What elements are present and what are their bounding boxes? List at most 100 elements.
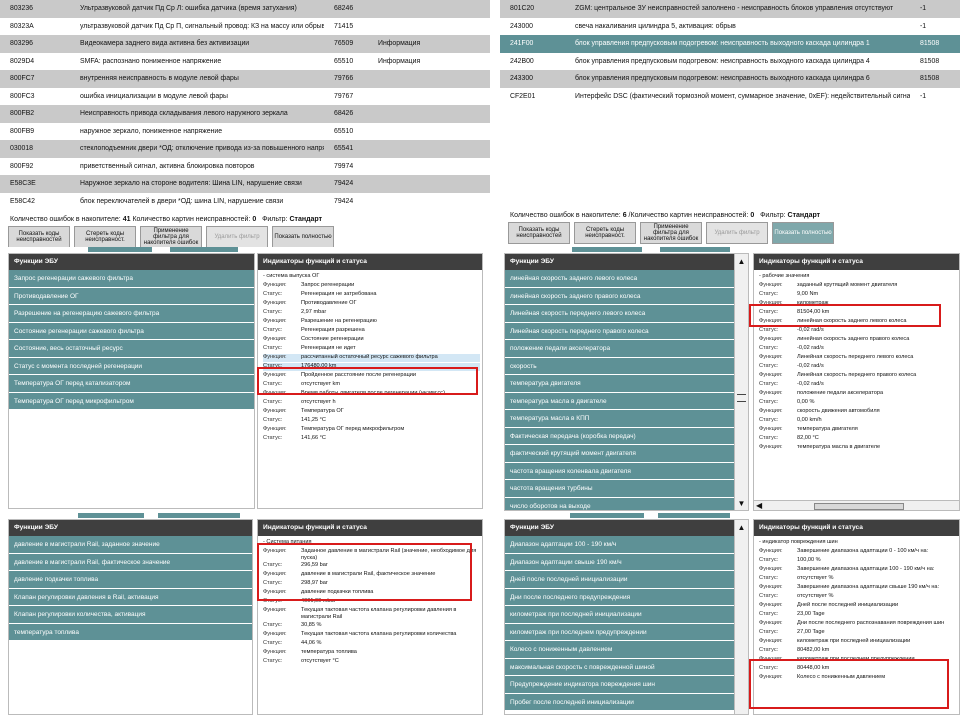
function-list-item[interactable]: линейная скорость заднего правого колеса xyxy=(505,287,748,305)
remove-filter-button[interactable]: Удалить фильтр xyxy=(206,226,268,248)
table-row[interactable]: 803236 Ультразвуковой датчик Пд Ср Л: оши… xyxy=(0,0,490,18)
function-list-item[interactable]: Клапан регулировки давления в Rail, акти… xyxy=(9,588,252,606)
function-list-item[interactable]: Пробег после последней инициализации xyxy=(505,693,748,711)
vertical-scrollbar[interactable]: ▲ ▼ xyxy=(734,254,748,510)
status-key: Статус: xyxy=(759,417,779,423)
table-row[interactable]: 800F92 приветственный сигнал, активна бло… xyxy=(0,157,490,175)
fault-counter: 81508 xyxy=(910,52,950,70)
table-row[interactable]: 243300 блок управления предпусковым подог… xyxy=(500,70,960,88)
function-list-item[interactable]: число оборотов на выходе xyxy=(505,497,748,510)
table-row[interactable]: 800FB2 Неисправность привода складывания … xyxy=(0,105,490,123)
function-list-item[interactable]: Состояние регенерации сажевого фильтра xyxy=(9,322,254,340)
function-list-item[interactable]: давление подкачки топлива xyxy=(9,571,252,589)
function-list-item[interactable]: Колесо с пониженным давлением xyxy=(505,641,748,659)
scroll-down-icon[interactable]: ▼ xyxy=(736,498,747,509)
status-line: Статус: отсутствует h xyxy=(263,399,480,407)
function-list-item[interactable]: температура масла в КПП xyxy=(505,410,748,428)
fault-code: 800FC7 xyxy=(0,70,70,88)
show-fault-codes-button[interactable]: Показать коды неисправностей xyxy=(8,226,70,248)
fault-type xyxy=(368,175,490,193)
fault-type xyxy=(368,87,490,105)
show-fault-codes-button[interactable]: Показать коды неисправностей xyxy=(508,222,570,244)
function-list-item[interactable]: давление в магистрали Rail, фактическое … xyxy=(9,553,252,571)
function-list-item[interactable]: Клапан регулировки количества, активация xyxy=(9,606,252,624)
scroll-thumb[interactable] xyxy=(814,503,904,510)
function-list-item[interactable]: Температура ОГ перед катализатором xyxy=(9,375,254,393)
apply-filter-button[interactable]: Применение фильтра для накопителя ошибок xyxy=(640,222,702,244)
table-row[interactable]: 242B00 блок управления предпусковым подог… xyxy=(500,52,960,70)
function-list-item[interactable]: положение педали акселератора xyxy=(505,340,748,358)
clear-fault-codes-button[interactable]: Стереть коды неисправност. xyxy=(574,222,636,244)
function-list-item[interactable]: температура двигателя xyxy=(505,375,748,393)
fault-counter: 81508 xyxy=(910,70,950,88)
status-line: Статус: 27,00 Tage xyxy=(759,629,957,637)
function-list-item[interactable]: Диапазон адаптации свыше 190 км/ч xyxy=(505,553,748,571)
function-list-item[interactable]: Температура ОГ перед микрофильтром xyxy=(9,392,254,410)
function-list-item[interactable]: Разрешение на регенерацию сажевого фильт… xyxy=(9,305,254,323)
function-list-item[interactable]: Фактическая передача (коробка передач) xyxy=(505,427,748,445)
status-value: отсутствует % xyxy=(797,593,834,599)
clear-fault-codes-button[interactable]: Стереть коды неисправност. xyxy=(74,226,136,248)
table-row[interactable]: 243000 свеча накаливания цилиндра 5, акти… xyxy=(500,17,960,35)
table-row[interactable]: E58C42 блок переключателей в двери *ОД: ш… xyxy=(0,192,490,210)
show-all-button[interactable]: Показать полностью xyxy=(772,222,834,244)
remove-filter-button[interactable]: Удалить фильтр xyxy=(706,222,768,244)
table-row[interactable]: 803296 Видеокамера заднего вида активна б… xyxy=(0,35,490,53)
function-list-item[interactable]: Диапазон адаптации 100 - 190 км/ч xyxy=(505,536,748,554)
function-list-item[interactable]: Линейная скорость переднего правого коле… xyxy=(505,322,748,340)
table-row[interactable]: 800FB9 наружное зеркало, пониженное напря… xyxy=(0,122,490,140)
table-row[interactable]: 241F00 блок управления предпусковым подог… xyxy=(500,35,960,53)
status-value: Разрешение на регенерацию xyxy=(301,318,377,324)
status-line: Функция: Линейная скорость переднего прав… xyxy=(759,372,957,380)
function-list-item[interactable]: Противодавление ОГ xyxy=(9,287,254,305)
table-row[interactable]: 030018 стеклоподъемник двери *ОД: отключе… xyxy=(0,140,490,158)
status-key: Статус: xyxy=(759,381,779,387)
status-key: Статус: xyxy=(263,639,283,646)
function-list-item[interactable]: давление в магистрали Rail, заданное зна… xyxy=(9,536,252,554)
function-list-item[interactable]: Статус с момента последней регенерации xyxy=(9,357,254,375)
table-row[interactable]: 800FC3 ошибка инициализации в модуле лево… xyxy=(0,87,490,105)
function-list-item[interactable]: Запрос регенерации сажевого фильтра xyxy=(9,270,254,288)
status-value: 82,00 °C xyxy=(797,435,819,441)
function-list-item[interactable]: километраж при последнем предупреждении xyxy=(505,623,748,641)
function-list-item[interactable]: скорость xyxy=(505,357,748,375)
table-row[interactable]: 800FC7 внутренняя неисправность в модуле … xyxy=(0,70,490,88)
highlight-box xyxy=(257,367,478,395)
function-list-item[interactable]: фактический крутящий момент двигателя xyxy=(505,445,748,463)
function-list-item[interactable]: Состояние, весь остаточный ресурс xyxy=(9,340,254,358)
function-list-item[interactable]: Дней после последней инициализации xyxy=(505,571,748,589)
table-row[interactable]: 8029D4 SMFA: распознано пониженное напряж… xyxy=(0,52,490,70)
function-list-item[interactable]: частота вращения коленвала двигателя xyxy=(505,462,748,480)
function-list-item[interactable]: температура топлива xyxy=(9,623,252,641)
show-all-button[interactable]: Показать полностью xyxy=(272,226,334,248)
function-list-item[interactable]: Дни после последнего предупреждения xyxy=(505,588,748,606)
fault-description: блок управления предпусковым подогревом:… xyxy=(565,52,910,70)
function-list-item[interactable]: частота вращения турбины xyxy=(505,480,748,498)
apply-filter-button[interactable]: Применение фильтра для накопителя ошибок xyxy=(140,226,202,248)
status-value: 141,66 °C xyxy=(301,435,326,441)
table-row[interactable]: CF2E01 Интерфейс DSC (фактический тормозн… xyxy=(500,87,960,105)
status-value: Регенерация разрешена xyxy=(301,327,365,333)
status-value: - рабочие значения xyxy=(759,273,810,279)
status-key: Статус: xyxy=(759,345,779,351)
fault-type xyxy=(368,192,490,210)
function-list-item[interactable]: Предупреждение индикатора повреждения ши… xyxy=(505,676,748,694)
fault-code: 800F92 xyxy=(0,157,70,175)
scroll-left-icon[interactable]: ◀ xyxy=(756,501,762,510)
functions-header: Функции ЭБУ xyxy=(505,254,748,270)
fault-code: CF2E01 xyxy=(500,87,565,105)
function-list-item[interactable]: линейная скорость заднего левого колеса xyxy=(505,270,748,288)
scroll-up-icon[interactable]: ▲ xyxy=(736,522,747,533)
horizontal-scrollbar[interactable]: ◀ xyxy=(754,500,959,510)
table-row[interactable]: 80323A ультразвуковой датчик Пд Ср П, сиг… xyxy=(0,17,490,35)
scroll-up-icon[interactable]: ▲ xyxy=(736,256,747,267)
vertical-scrollbar[interactable]: ▲ xyxy=(734,520,748,714)
status-line: Функция: Состояние регенерации xyxy=(263,336,480,344)
function-list-item[interactable]: Линейная скорость переднего левого колес… xyxy=(505,305,748,323)
function-list-item[interactable]: километраж при последней инициализации xyxy=(505,606,748,624)
function-list-item[interactable]: температура масла в двигателе xyxy=(505,392,748,410)
function-list-item[interactable]: максимальная скорость с поврежденной шин… xyxy=(505,658,748,676)
scroll-grip-icon[interactable] xyxy=(737,394,746,402)
table-row[interactable]: E58C3E Наружное зеркало на стороне водите… xyxy=(0,175,490,193)
table-row[interactable]: 801C20 ZGM: центральное ЗУ неисправностей… xyxy=(500,0,960,18)
